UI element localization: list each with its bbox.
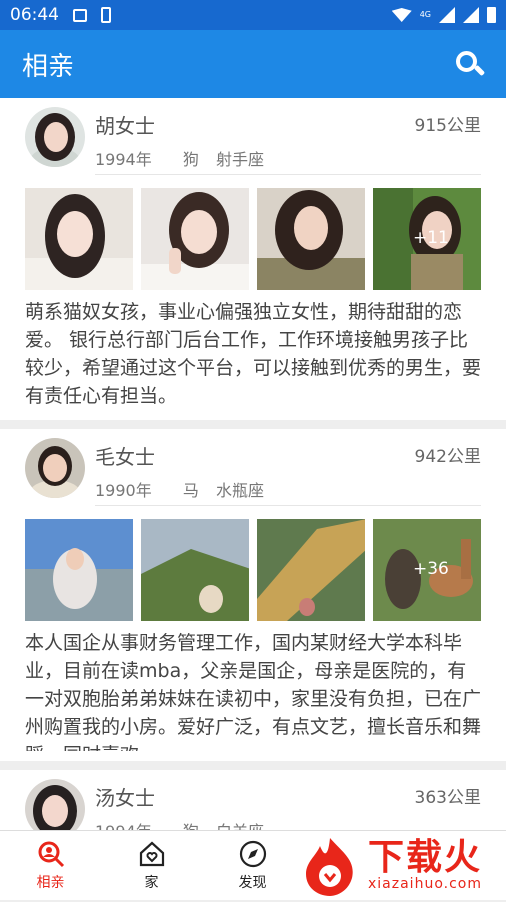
compass-icon <box>239 840 267 868</box>
profile-bio: 萌系猫奴女孩，事业心偏强独立女性，期待甜甜的恋爱。 银行总行部门后台工作，工作环… <box>25 301 482 407</box>
signal-2-icon <box>463 7 479 23</box>
flame-logo-icon <box>298 834 362 898</box>
profile-photo[interactable] <box>141 519 249 621</box>
watermark-logo: 下载火 xiazaihuo.com <box>298 832 506 900</box>
tab-label: 相亲 <box>36 874 65 891</box>
avatar[interactable] <box>25 438 85 498</box>
star-sign: 白羊座 <box>216 822 264 830</box>
more-photos-count: +36 <box>413 559 449 579</box>
tab-label: 发现 <box>238 874 267 891</box>
status-time: 06:44 <box>10 5 59 25</box>
status-bar: 06:44 4G <box>0 0 506 30</box>
watermark-url: xiazaihuo.com <box>368 876 482 892</box>
zodiac-animal: 狗 <box>182 150 199 169</box>
page-title: 相亲 <box>22 51 75 82</box>
profile-card[interactable]: 毛女士 942公里 1990年 马 水瓶座 +36 本人国企从事财务管理工作，国… <box>0 429 506 761</box>
profile-card[interactable]: 胡女士 915公里 1994年 狗 射手座 +11 萌系猫奴女孩，事业心偏强独立… <box>0 98 506 420</box>
person-search-icon <box>37 840 65 868</box>
birth-year: 1990年 <box>95 481 152 500</box>
divider <box>95 174 481 175</box>
watermark-brand: 下载火 <box>368 837 483 878</box>
star-sign: 射手座 <box>215 150 264 169</box>
avatar[interactable] <box>25 107 85 167</box>
home-heart-icon <box>138 840 166 868</box>
photo-strip: +36 <box>25 519 481 621</box>
search-icon[interactable] <box>454 49 486 79</box>
tab-xiangqin[interactable]: 相亲 <box>0 831 101 900</box>
tab-label: 家 <box>144 874 159 891</box>
profile-photo[interactable] <box>257 188 365 290</box>
network-type-label: 4G <box>419 10 431 19</box>
profile-distance: 942公里 <box>414 447 481 467</box>
signal-icon <box>439 7 455 23</box>
birth-year: 1994年 <box>95 822 152 830</box>
profile-photo[interactable] <box>257 519 365 621</box>
zodiac-animal: 马 <box>182 481 199 500</box>
battery-icon <box>487 7 496 23</box>
profile-meta: 1994年 狗 射手座 <box>95 146 290 170</box>
birth-year: 1994年 <box>95 150 152 169</box>
profile-bio: 本人国企从事财务管理工作，国内某财经大学本科毕业，目前在读mba，父亲是国企，母… <box>25 632 481 751</box>
profile-distance: 363公里 <box>414 788 481 808</box>
profile-meta: 1994年 狗 白羊座 <box>95 818 290 830</box>
image-notification-icon <box>73 8 87 22</box>
phone-notification-icon <box>101 7 111 23</box>
zodiac-animal: 狗 <box>183 822 199 830</box>
profile-meta: 1990年 马 水瓶座 <box>95 477 290 501</box>
profile-card[interactable]: 汤女士 363公里 1994年 狗 白羊座 <box>0 770 506 830</box>
profile-photo[interactable]: +36 <box>373 519 481 621</box>
profile-photo[interactable] <box>141 188 249 290</box>
divider <box>95 505 481 506</box>
profile-name: 汤女士 <box>95 786 155 810</box>
photo-strip: +11 <box>25 188 481 290</box>
profile-feed[interactable]: 胡女士 915公里 1994年 狗 射手座 +11 萌系猫奴女孩，事业心偏强独立… <box>0 98 506 830</box>
profile-name: 胡女士 <box>95 114 155 138</box>
profile-distance: 915公里 <box>414 116 481 136</box>
profile-photo[interactable]: +11 <box>373 188 481 290</box>
app-bar: 相亲 <box>0 30 506 98</box>
star-sign: 水瓶座 <box>215 481 264 500</box>
more-photos-count: +11 <box>413 228 449 248</box>
tab-discover[interactable]: 发现 <box>202 831 303 900</box>
profile-photo[interactable] <box>25 188 133 290</box>
avatar[interactable] <box>25 779 85 830</box>
profile-name: 毛女士 <box>95 445 155 469</box>
profile-photo[interactable] <box>25 519 133 621</box>
tab-home[interactable]: 家 <box>101 831 202 900</box>
wifi-icon <box>391 8 412 22</box>
